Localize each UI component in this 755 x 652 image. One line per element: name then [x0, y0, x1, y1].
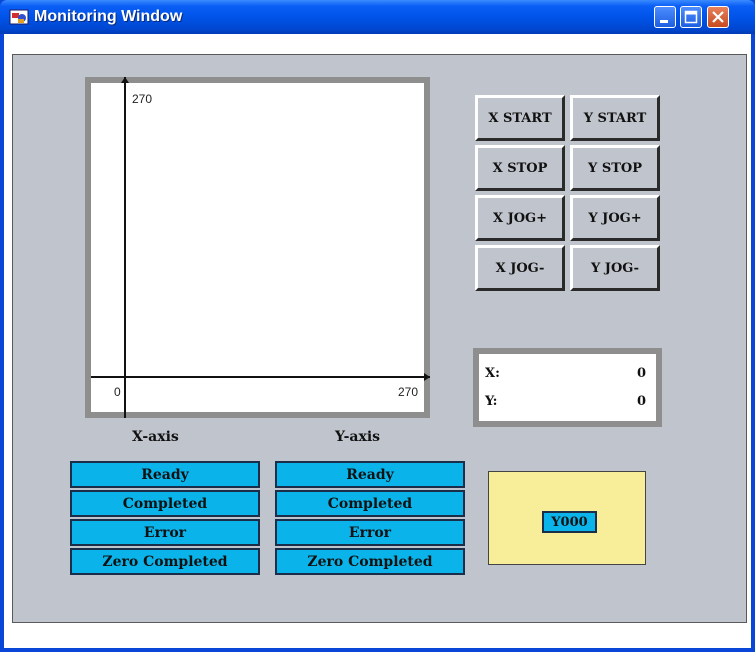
- x-axis-arrow: [424, 373, 430, 381]
- y-stop-button[interactable]: Y STOP: [570, 145, 660, 191]
- y-start-button[interactable]: Y START: [570, 95, 660, 141]
- y-zero-completed-indicator: Zero Completed: [275, 548, 465, 575]
- x-stop-button[interactable]: X STOP: [475, 145, 565, 191]
- plot-axes: [91, 77, 430, 418]
- y-error-indicator: Error: [275, 519, 465, 546]
- minimize-button[interactable]: [654, 6, 676, 28]
- y-axis-status-title: Y-axis: [335, 429, 381, 445]
- x-error-indicator: Error: [70, 519, 260, 546]
- x-start-button[interactable]: X START: [475, 95, 565, 141]
- origin-tick-label: 0: [114, 385, 121, 399]
- client-area: 270 0 270 X START Y START X STOP Y STOP …: [4, 34, 751, 648]
- y-position-label: Y:: [485, 394, 498, 409]
- close-icon: [712, 11, 724, 23]
- x-position-value: 0: [636, 366, 646, 381]
- output-panel: Y000: [488, 471, 646, 565]
- position-display: X: 0 Y: 0: [473, 348, 662, 427]
- x-completed-indicator: Completed: [70, 490, 260, 517]
- y-completed-indicator: Completed: [275, 490, 465, 517]
- y-ready-indicator: Ready: [275, 461, 465, 488]
- y-jog-minus-button[interactable]: Y JOG-: [570, 245, 660, 291]
- y-max-tick-label: 270: [132, 92, 153, 106]
- y-jog-plus-button[interactable]: Y JOG+: [570, 195, 660, 241]
- x-jog-plus-button[interactable]: X JOG+: [475, 195, 565, 241]
- close-button[interactable]: [707, 6, 729, 28]
- x-zero-completed-indicator: Zero Completed: [70, 548, 260, 575]
- app-icon: [9, 9, 29, 25]
- maximize-button[interactable]: [680, 6, 702, 28]
- x-jog-minus-button[interactable]: X JOG-: [475, 245, 565, 291]
- maximize-icon: [684, 10, 698, 24]
- x-max-tick-label: 270: [398, 385, 419, 399]
- y-position-value: 0: [636, 394, 646, 409]
- window-title: Monitoring Window: [34, 8, 183, 25]
- y-axis-arrow: [121, 77, 129, 83]
- title-bar[interactable]: Monitoring Window: [0, 0, 755, 34]
- monitoring-window: Monitoring Window 270 0 270 X START Y ST…: [0, 0, 755, 652]
- x-ready-indicator: Ready: [70, 461, 260, 488]
- minimize-icon: [660, 20, 668, 23]
- x-axis-status-title: X-axis: [132, 429, 179, 445]
- x-position-label: X:: [485, 366, 500, 381]
- monitor-panel: 270 0 270 X START Y START X STOP Y STOP …: [12, 54, 747, 623]
- position-display-inner: X: 0 Y: 0: [479, 354, 656, 421]
- y000-indicator: Y000: [542, 511, 597, 533]
